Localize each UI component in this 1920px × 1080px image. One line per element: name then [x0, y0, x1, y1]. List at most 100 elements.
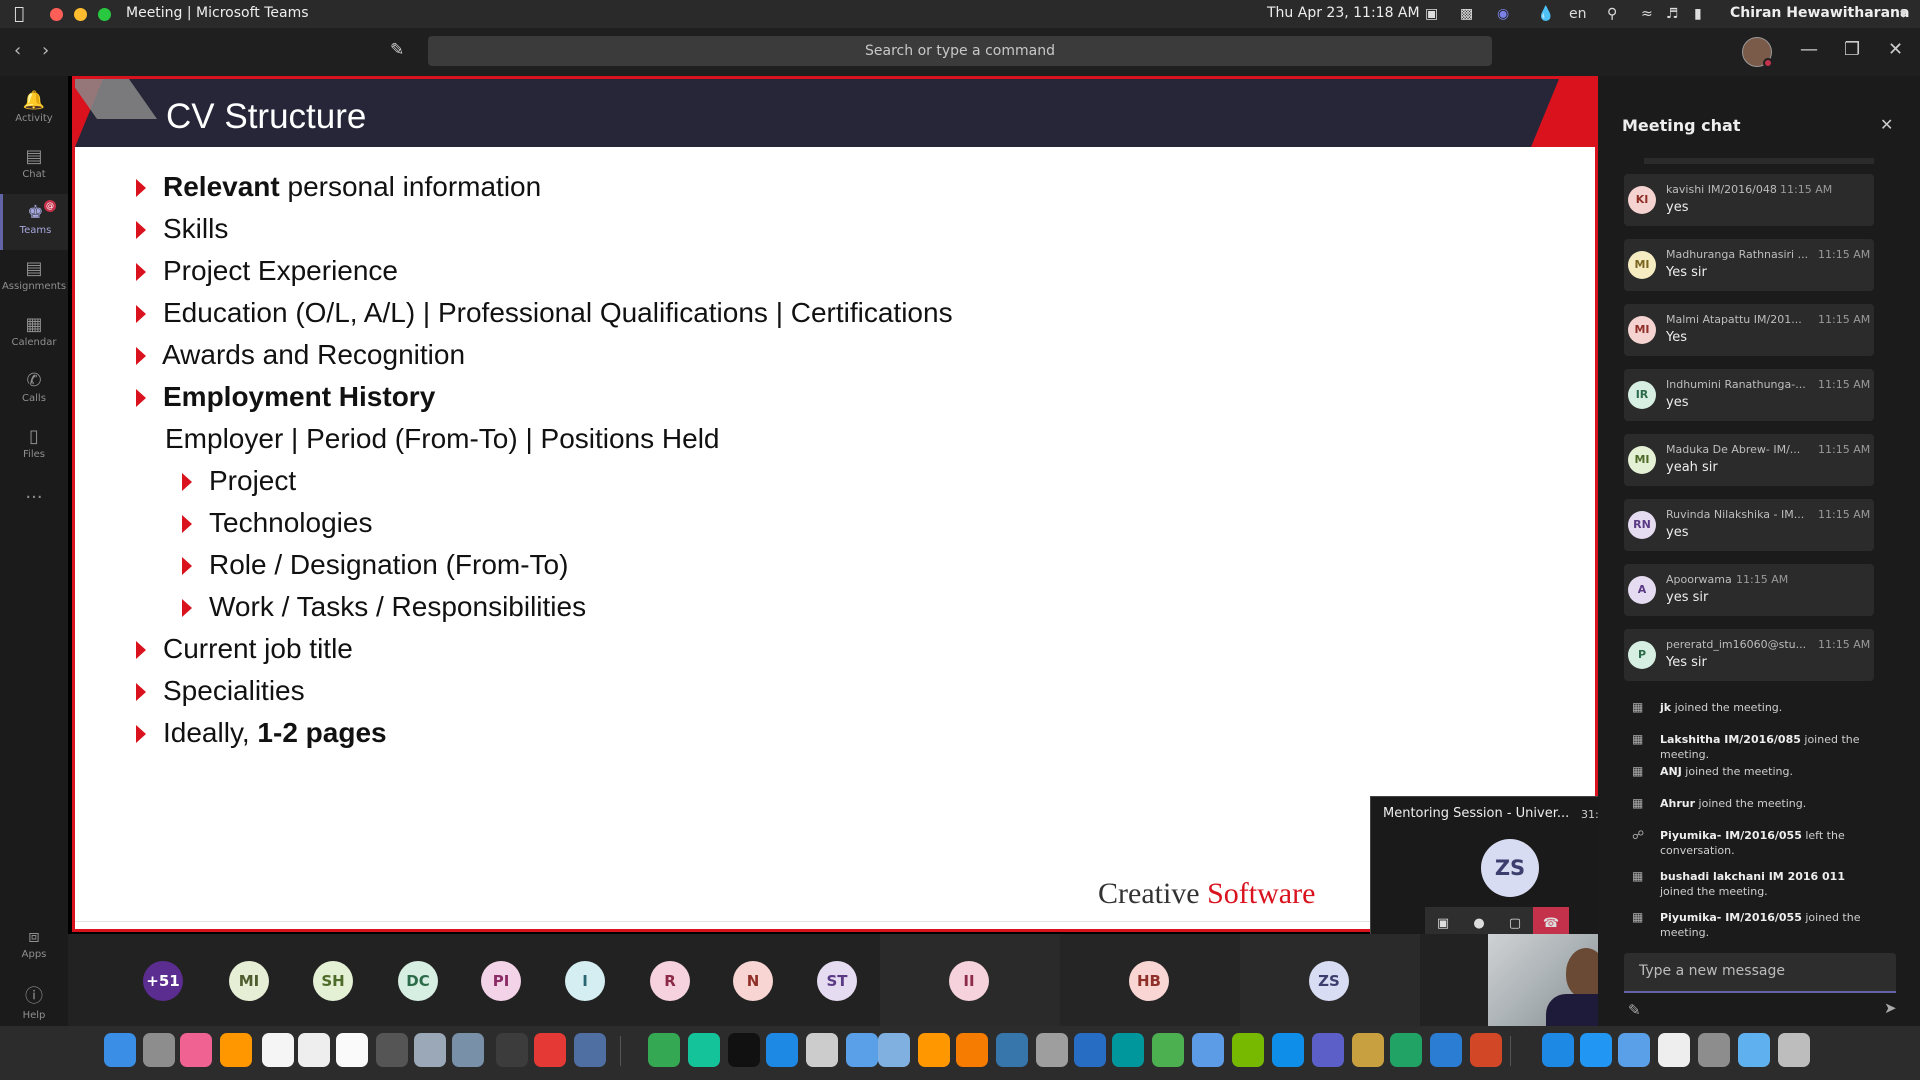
settings-icon[interactable]	[1698, 1033, 1730, 1067]
chat-message[interactable]: KI kavishi IM/2016/048 11:15 AM yes	[1624, 174, 1874, 226]
search-input[interactable]: Search or type a command	[428, 36, 1492, 66]
scanner-icon[interactable]	[452, 1033, 484, 1067]
arduino-icon[interactable]	[1112, 1033, 1144, 1067]
compose-icon[interactable]: ✎	[390, 40, 404, 60]
search-menu-icon[interactable]: ⚲	[1607, 6, 1617, 22]
teamviewer-icon[interactable]	[1272, 1033, 1304, 1067]
nvidia-icon[interactable]	[1232, 1033, 1264, 1067]
chat-message[interactable]: Ppereratd_im16060@stu... 11:15 AM Yes sir	[1624, 629, 1874, 681]
desktop-icon[interactable]	[1618, 1033, 1650, 1067]
claquette-icon[interactable]	[376, 1033, 408, 1067]
blender-icon[interactable]	[956, 1033, 988, 1067]
profile-avatar[interactable]	[1742, 37, 1773, 68]
participant-avatar[interactable]: R	[650, 961, 690, 1001]
close-chat-icon[interactable]: ✕	[1880, 115, 1893, 134]
folder-icon[interactable]	[1738, 1033, 1770, 1067]
zoom-window-icon[interactable]	[98, 8, 111, 21]
launchpad-icon[interactable]	[143, 1033, 175, 1067]
participant-avatar[interactable]: HB	[1129, 961, 1169, 1001]
chat-message[interactable]: MI Maduka De Abrew- IM/... 11:15 AM yeah si…	[1624, 434, 1874, 486]
video-icon[interactable]: ▩	[1460, 6, 1473, 22]
activity-monitor-icon[interactable]	[496, 1033, 528, 1067]
participant-avatar[interactable]: MI	[229, 961, 269, 1001]
back-icon[interactable]: ‹	[14, 40, 21, 61]
input-language[interactable]: en	[1569, 6, 1587, 22]
drop-icon[interactable]: 💧	[1537, 6, 1554, 22]
participant-avatar[interactable]: SH	[313, 961, 353, 1001]
format-icon[interactable]: ✎	[1628, 1001, 1641, 1019]
message-compose-input[interactable]: Type a new message	[1624, 953, 1896, 993]
chat-message[interactable]: MI Malmi Atapattu IM/201... 11:15 AM Yes	[1624, 304, 1874, 356]
restore-icon[interactable]: ❐	[1844, 39, 1860, 60]
apple-icon[interactable]: 	[14, 4, 24, 24]
rail-item-assignments[interactable]: ▤ Assignments	[0, 250, 68, 306]
unity-icon[interactable]	[806, 1033, 838, 1067]
chat-message[interactable]: RN Ruvinda Nilakshika - IM... 11:15 AM yes	[1624, 499, 1874, 551]
teams-menu-icon[interactable]: ◉	[1497, 6, 1509, 22]
textedit-icon[interactable]	[298, 1033, 330, 1067]
minimize-window-icon[interactable]	[74, 8, 87, 21]
vscode-icon[interactable]	[766, 1033, 798, 1067]
wifi-icon[interactable]: ≈	[1641, 6, 1653, 22]
close-icon[interactable]: ✕	[1888, 39, 1903, 60]
app-icon[interactable]	[878, 1033, 910, 1067]
rail-item-help[interactable]: ⓘ Help	[0, 974, 68, 1030]
powerpoint-icon[interactable]	[1470, 1033, 1502, 1067]
rail-item-apps[interactable]: ⧈ Apps	[0, 918, 68, 974]
record-icon[interactable]	[534, 1033, 566, 1067]
rail-item-calls[interactable]: ✆ Calls	[0, 362, 68, 418]
chrome-icon[interactable]	[648, 1033, 680, 1067]
participant-avatar[interactable]: I	[565, 961, 605, 1001]
participant-avatar[interactable]: ST	[817, 961, 857, 1001]
rail-item-teams[interactable]: ♚ @ Teams	[0, 194, 68, 250]
notes-icon[interactable]	[262, 1033, 294, 1067]
mongodb-icon[interactable]	[1152, 1033, 1184, 1067]
rail-item-chat[interactable]: ▤ Chat	[0, 138, 68, 194]
send-icon[interactable]: ➤	[1884, 999, 1897, 1017]
chat-message[interactable]: A Apoorwama 11:15 AM yes sir	[1624, 564, 1874, 616]
calendar-app-icon[interactable]	[336, 1033, 368, 1067]
virtualbox-icon[interactable]	[1192, 1033, 1224, 1067]
camera-icon[interactable]: ▣	[1425, 6, 1438, 22]
preview-icon[interactable]	[414, 1033, 446, 1067]
infuse-icon[interactable]	[220, 1033, 252, 1067]
clock-icon[interactable]	[1658, 1033, 1690, 1067]
participant-avatar[interactable]: ZS	[1309, 961, 1349, 1001]
teams-dock-icon[interactable]	[1312, 1033, 1344, 1067]
grammarly-icon[interactable]	[688, 1033, 720, 1067]
tools-icon[interactable]	[1352, 1033, 1384, 1067]
chat-message[interactable]: IR Indhumini Ranathunga-... 11:15 AM yes	[1624, 369, 1874, 421]
participant-avatar[interactable]: PI	[481, 961, 521, 1001]
terminal-icon[interactable]	[728, 1033, 760, 1067]
rail-item-more[interactable]: ...	[0, 474, 68, 530]
excel-icon[interactable]	[1390, 1033, 1422, 1067]
python-icon[interactable]	[996, 1033, 1028, 1067]
r-icon[interactable]	[1074, 1033, 1106, 1067]
participant-avatar[interactable]: N	[733, 961, 773, 1001]
minimize-icon[interactable]: —	[1800, 39, 1818, 60]
menu-user-name[interactable]: Chiran Hewawitharana	[1730, 5, 1909, 21]
safari-icon[interactable]	[1580, 1033, 1612, 1067]
rail-item-calendar[interactable]: ▦ Calendar	[0, 306, 68, 362]
close-window-icon[interactable]	[50, 8, 63, 21]
participant-avatar[interactable]: +51	[143, 961, 183, 1001]
sublime-icon[interactable]	[918, 1033, 950, 1067]
battery-icon[interactable]: ▮	[1694, 6, 1702, 22]
trash-icon[interactable]	[1778, 1033, 1810, 1067]
forward-icon[interactable]: ›	[42, 40, 49, 61]
itunes-icon[interactable]	[180, 1033, 212, 1067]
word-icon[interactable]	[1430, 1033, 1462, 1067]
rstudio-grey-icon[interactable]	[1036, 1033, 1068, 1067]
windows-icon[interactable]	[846, 1033, 878, 1067]
chevron-down-icon[interactable]: ▾	[1900, 6, 1907, 22]
participant-avatar[interactable]: DC	[398, 961, 438, 1001]
chat-message[interactable]: MI Madhuranga Rathnasiri ... 11:15 AM Yes s…	[1624, 239, 1874, 291]
menu-clock[interactable]: Thu Apr 23, 11:18 AM	[1267, 5, 1420, 21]
volume-icon[interactable]: ♬	[1666, 6, 1679, 22]
participant-avatar[interactable]: II	[949, 961, 989, 1001]
rail-item-activity[interactable]: 🔔 Activity	[0, 82, 68, 138]
screen-icon[interactable]	[574, 1033, 606, 1067]
rail-item-files[interactable]: ▯ Files	[0, 418, 68, 474]
appstore-icon[interactable]	[1542, 1033, 1574, 1067]
finder-icon[interactable]	[104, 1033, 136, 1067]
